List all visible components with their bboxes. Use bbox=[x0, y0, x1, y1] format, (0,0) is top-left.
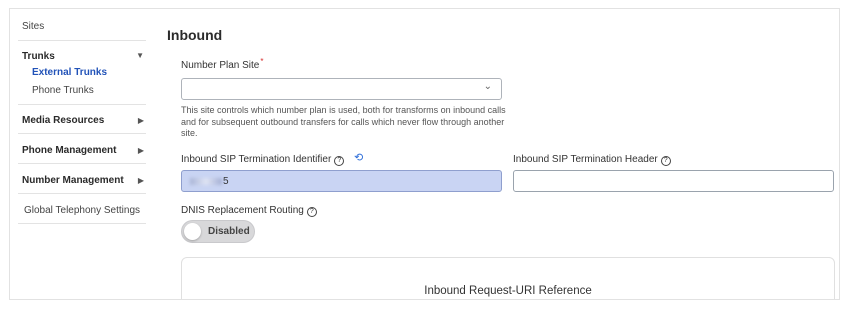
toggle-state-label: Disabled bbox=[208, 226, 250, 237]
sip-identifier-label: Inbound SIP Termination Identifier? bbox=[181, 154, 345, 166]
dnis-routing-toggle[interactable]: Disabled bbox=[181, 220, 255, 243]
sidebar-item-phone-trunks[interactable]: Phone Trunks bbox=[32, 85, 94, 96]
number-plan-site-select[interactable]: ⌄ bbox=[181, 78, 502, 100]
redacted-value bbox=[190, 177, 222, 185]
request-uri-card: Inbound Request-URI Reference bbox=[181, 257, 835, 299]
sip-header-label: Inbound SIP Termination Header? bbox=[513, 154, 671, 166]
sip-identifier-label-text: Inbound SIP Termination Identifier bbox=[181, 154, 332, 165]
caret-right-icon[interactable]: ▶ bbox=[138, 176, 144, 185]
sidebar-item-phone-management[interactable]: Phone Management bbox=[22, 145, 116, 156]
number-plan-site-label: Number Plan Site* bbox=[181, 57, 264, 71]
sidebar-item-global-telephony-settings[interactable]: Global Telephony Settings bbox=[24, 205, 140, 216]
help-icon[interactable]: ? bbox=[306, 207, 317, 217]
sidebar-divider bbox=[18, 163, 146, 164]
help-icon[interactable]: ? bbox=[660, 156, 671, 166]
sidebar-item-external-trunks[interactable]: External Trunks bbox=[32, 67, 107, 78]
sidebar-divider bbox=[18, 133, 146, 134]
sidebar: Sites Trunks ▼ External Trunks Phone Tru… bbox=[10, 9, 150, 299]
sidebar-divider bbox=[18, 40, 146, 41]
number-plan-site-hint: This site controls which number plan is … bbox=[181, 105, 506, 138]
toggle-knob bbox=[184, 223, 201, 240]
main-content: Inbound Number Plan Site* ⌄ This site co… bbox=[160, 9, 839, 299]
caret-right-icon[interactable]: ▶ bbox=[138, 116, 144, 125]
dnis-routing-label-text: DNIS Replacement Routing bbox=[181, 205, 304, 216]
sidebar-divider bbox=[18, 104, 146, 105]
sidebar-item-number-management[interactable]: Number Management bbox=[22, 175, 124, 186]
sip-header-input[interactable] bbox=[513, 170, 834, 192]
sidebar-item-trunks[interactable]: Trunks bbox=[22, 51, 55, 62]
sidebar-item-sites[interactable]: Sites bbox=[22, 21, 44, 32]
sidebar-divider bbox=[18, 223, 146, 224]
page-title: Inbound bbox=[167, 27, 223, 43]
help-icon[interactable]: ? bbox=[334, 156, 345, 166]
caret-down-icon[interactable]: ▼ bbox=[136, 51, 144, 60]
chevron-down-icon[interactable]: ⌄ bbox=[484, 81, 492, 92]
dnis-routing-label: DNIS Replacement Routing? bbox=[181, 205, 317, 217]
sip-identifier-value: 5 bbox=[223, 176, 229, 187]
sip-identifier-input[interactable]: 5 bbox=[181, 170, 502, 192]
required-marker: * bbox=[260, 57, 264, 66]
number-plan-site-label-text: Number Plan Site bbox=[181, 60, 260, 71]
reset-icon[interactable]: ⟲ bbox=[354, 151, 363, 164]
caret-right-icon[interactable]: ▶ bbox=[138, 146, 144, 155]
sidebar-item-media-resources[interactable]: Media Resources bbox=[22, 115, 104, 126]
request-uri-title: Inbound Request-URI Reference bbox=[424, 285, 592, 297]
sip-header-label-text: Inbound SIP Termination Header bbox=[513, 154, 658, 165]
sidebar-divider bbox=[18, 193, 146, 194]
app-frame: Sites Trunks ▼ External Trunks Phone Tru… bbox=[9, 8, 840, 300]
